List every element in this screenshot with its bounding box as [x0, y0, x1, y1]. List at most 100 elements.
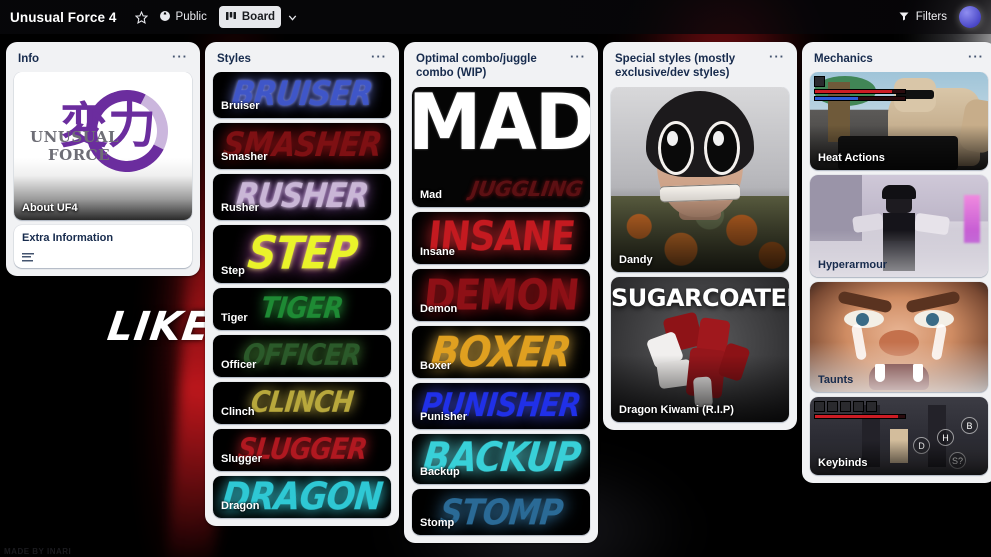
card-taunts[interactable]: Taunts	[810, 282, 988, 393]
card-title: Stomp	[420, 516, 455, 529]
card-demon[interactable]: DEMON Demon	[412, 268, 590, 321]
chevron-down-icon[interactable]	[281, 6, 303, 28]
right-eye-shape	[704, 120, 740, 175]
logo-word-force: FORCE	[48, 146, 111, 165]
card-boxer[interactable]: BOXER Boxer	[412, 325, 590, 378]
card-step[interactable]: STEP Step	[213, 225, 391, 284]
card-punisher[interactable]: PUNISHER Punisher	[412, 382, 590, 429]
list-actions-icon[interactable]: ···	[767, 50, 787, 63]
card-title: Dragon	[221, 500, 260, 513]
card-dandy[interactable]: Dandy	[611, 86, 789, 272]
card-title: Heat Actions	[818, 152, 885, 165]
list-special-styles: Special styles (mostly exclusive/dev sty…	[603, 42, 797, 430]
list-header: Mechanics ···	[806, 48, 991, 72]
card-container: Heat Actions Hyperarmour Taunts B H D S?…	[806, 72, 991, 479]
board-header: Unusual Force 4 Public Board Filters	[0, 0, 991, 34]
right-tear-shape	[930, 323, 948, 361]
list-actions-icon[interactable]: ···	[170, 50, 190, 63]
description-icon	[22, 252, 34, 262]
card-insane[interactable]: INSANE Insane	[412, 211, 590, 264]
list-title[interactable]: Optimal combo/juggle combo (WIP)	[416, 52, 564, 81]
left-eye-shape	[844, 310, 884, 329]
list-title[interactable]: Special styles (mostly exclusive/dev sty…	[615, 52, 763, 81]
list-mechanics: Mechanics ··· Heat Actions Hyperarmour T…	[802, 42, 991, 484]
card-dragon-kiwami[interactable]: SUGARCOATED Dragon Kiwami (R.I.P)	[611, 276, 789, 422]
card-clinch[interactable]: CLINCH Clinch	[213, 382, 391, 425]
card-title: Extra Information	[22, 232, 114, 245]
card-title: Smasher	[221, 151, 268, 164]
list-actions-icon[interactable]: ···	[966, 50, 986, 63]
view-switcher-label: Board	[241, 11, 276, 23]
card-cover: 変力 UNUSUAL FORCE About UF4	[14, 72, 192, 221]
card-cover: OFFICER Officer	[213, 335, 391, 378]
card-title: Insane	[420, 245, 455, 258]
list-actions-icon[interactable]: ···	[568, 50, 588, 63]
card-rusher[interactable]: RUSHER Rusher	[213, 174, 391, 221]
card-heat-actions[interactable]: Heat Actions	[810, 72, 988, 171]
card-cover: BOXER Boxer	[412, 325, 590, 378]
character-left-arm	[852, 213, 884, 234]
hud-icon	[853, 401, 864, 413]
character-torso	[883, 213, 915, 244]
list-styles: Styles ··· BRUISER Bruiser SMASHER Smash…	[205, 42, 399, 527]
card-container: BRUISER Bruiser SMASHER Smasher RUSHER R…	[209, 72, 395, 522]
board-view-icon	[225, 10, 237, 25]
card-keybinds[interactable]: B H D S? Keybinds	[810, 397, 988, 476]
hud-icon	[866, 401, 877, 413]
card-cover: RUSHER Rusher	[213, 174, 391, 221]
hud-icon-row	[814, 401, 906, 413]
list-title[interactable]: Styles	[217, 52, 365, 66]
card-hyperarmour[interactable]: Hyperarmour	[810, 175, 988, 278]
page-title[interactable]: Unusual Force 4	[10, 10, 117, 25]
card-title: Boxer	[420, 359, 452, 372]
card-tiger[interactable]: TIGER Tiger	[213, 288, 391, 331]
hud-icon	[814, 401, 825, 413]
character-right-arm	[913, 213, 951, 236]
view-switcher-board[interactable]: Board	[218, 6, 282, 28]
card-bruiser[interactable]: BRUISER Bruiser	[213, 72, 391, 119]
card-container: MAD JUGGLING Mad INSANE Insane DEMON Dem…	[408, 86, 594, 539]
card-title: Backup	[420, 465, 460, 478]
card-slugger[interactable]: SLUGGER Slugger	[213, 429, 391, 472]
list-actions-icon[interactable]: ···	[369, 50, 389, 63]
board-visibility[interactable]: Public	[153, 6, 213, 28]
card-cover: BRUISER Bruiser	[213, 72, 391, 119]
card-mad[interactable]: MAD JUGGLING Mad	[412, 86, 590, 207]
filter-icon	[898, 10, 910, 25]
card-title: Demon	[420, 302, 458, 315]
card-extra-information[interactable]: Extra Information	[14, 225, 192, 268]
list-title[interactable]: Info	[18, 52, 166, 66]
sugarcoated-word-art: SUGARCOATED	[611, 283, 789, 312]
card-cover: SUGARCOATED Dragon Kiwami (R.I.P)	[611, 276, 789, 422]
star-icon[interactable]	[131, 6, 153, 28]
trello-board-app: LIKE MADE BY INARI Unusual Force 4 Publi…	[0, 0, 991, 557]
card-cover: Hyperarmour	[810, 175, 988, 278]
hud-icon	[840, 401, 851, 413]
card-backup[interactable]: BACKUP Backup	[412, 433, 590, 484]
list-info: Info ··· 変力 UNUSUAL FORCE About UF4 Extr…	[6, 42, 200, 276]
card-dragon[interactable]: DRAGON Dragon	[213, 476, 391, 519]
filters-label: Filters	[915, 11, 947, 23]
card-badges	[14, 252, 192, 268]
right-eye-shape	[914, 310, 954, 329]
avatar[interactable]	[959, 6, 981, 28]
card-officer[interactable]: OFFICER Officer	[213, 335, 391, 378]
game-hud	[814, 76, 906, 102]
card-cover: MAD JUGGLING Mad	[412, 86, 590, 207]
card-about-uf4[interactable]: 変力 UNUSUAL FORCE About UF4	[14, 72, 192, 221]
list-header: Styles ···	[209, 48, 395, 72]
logo-word-unusual: UNUSUAL	[30, 128, 120, 147]
character-hair	[882, 185, 916, 200]
card-title: Tiger	[221, 312, 248, 325]
card-cover: BACKUP Backup	[412, 433, 590, 484]
card-cover: Dandy	[611, 86, 789, 272]
card-stomp[interactable]: STOMP Stomp	[412, 488, 590, 535]
list-header: Special styles (mostly exclusive/dev sty…	[607, 48, 793, 87]
card-smasher[interactable]: SMASHER Smasher	[213, 123, 391, 170]
hud-icon	[827, 401, 838, 413]
card-cover: B H D S? Keybinds	[810, 397, 988, 476]
card-title: Hyperarmour	[818, 259, 888, 272]
list-title[interactable]: Mechanics	[814, 52, 962, 66]
dandy-portrait-image	[611, 86, 789, 272]
filters-button[interactable]: Filters	[892, 6, 953, 28]
